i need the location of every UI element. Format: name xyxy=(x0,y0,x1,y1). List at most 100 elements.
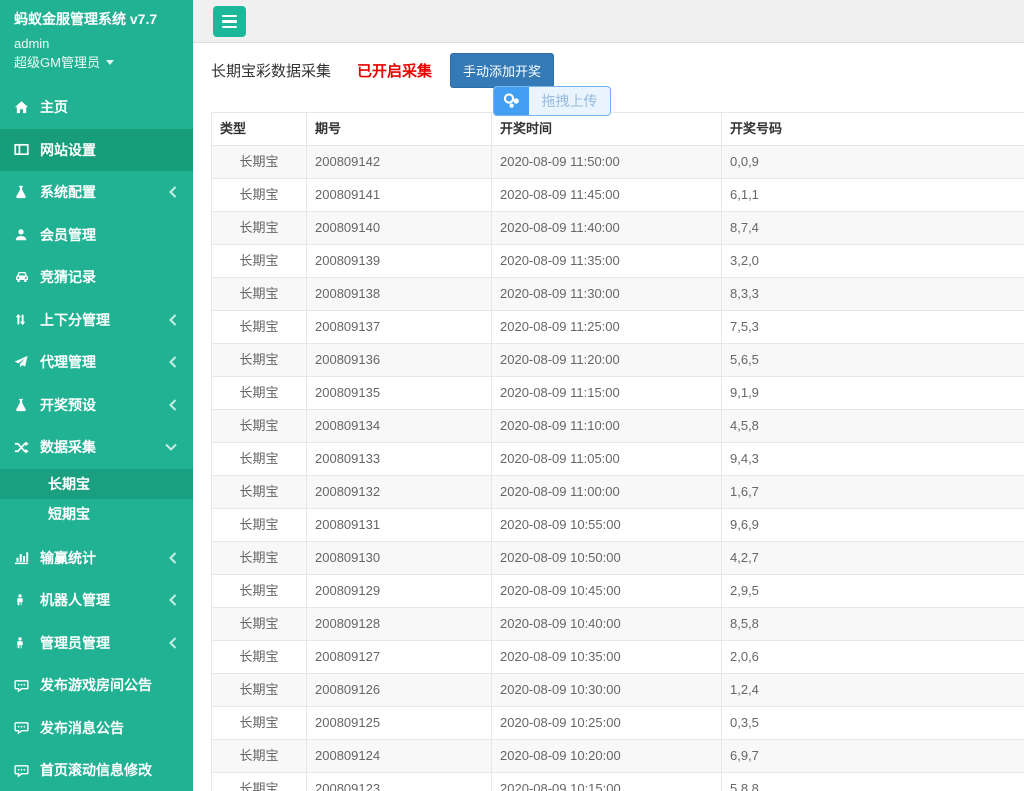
bar-chart-icon xyxy=(14,550,40,565)
cell-issue: 200809128 xyxy=(307,608,492,641)
sidebar-item-9[interactable]: 输赢统计 xyxy=(0,537,193,580)
person-icon xyxy=(14,593,40,607)
table-row: 长期宝2008091362020-08-09 11:20:005,6,5 xyxy=(212,344,1024,377)
upload-label: 拖拽上传 xyxy=(529,87,610,115)
cell-issue: 200809130 xyxy=(307,542,492,575)
sidebar-item-7[interactable]: 开奖预设 xyxy=(0,384,193,427)
table-row: 长期宝2008091302020-08-09 10:50:004,2,7 xyxy=(212,542,1024,575)
shuffle-icon xyxy=(14,440,40,455)
table-row: 长期宝2008091292020-08-09 10:45:002,9,5 xyxy=(212,575,1024,608)
cell-type: 长期宝 xyxy=(212,608,307,641)
cell-type: 长期宝 xyxy=(212,707,307,740)
table-row: 长期宝2008091232020-08-09 10:15:005,8,8 xyxy=(212,773,1024,791)
comment-icon xyxy=(14,720,40,735)
cell-draw-numbers: 2,0,6 xyxy=(722,641,1024,674)
table-row: 长期宝2008091342020-08-09 11:10:004,5,8 xyxy=(212,410,1024,443)
cell-draw-numbers: 7,5,3 xyxy=(722,311,1024,344)
cell-type: 长期宝 xyxy=(212,740,307,773)
sidebar-item-11[interactable]: 管理员管理 xyxy=(0,622,193,665)
cell-type: 长期宝 xyxy=(212,212,307,245)
cell-issue: 200809136 xyxy=(307,344,492,377)
sidebar-item-label: 代理管理 xyxy=(40,352,96,372)
sidebar-toggle-button[interactable] xyxy=(213,6,246,37)
cell-issue: 200809138 xyxy=(307,278,492,311)
cell-issue: 200809129 xyxy=(307,575,492,608)
chevron-left-icon xyxy=(169,552,177,564)
sidebar-item-14[interactable]: 首页滚动信息修改 xyxy=(0,749,193,791)
col-header-issue: 期号 xyxy=(307,113,492,146)
sidebar-item-13[interactable]: 发布消息公告 xyxy=(0,707,193,750)
sidebar-item-label: 数据采集 xyxy=(40,437,96,457)
sidebar-item-label: 竞猜记录 xyxy=(40,267,96,287)
table-row: 长期宝2008091332020-08-09 11:05:009,4,3 xyxy=(212,443,1024,476)
cell-type: 长期宝 xyxy=(212,641,307,674)
table-row: 长期宝2008091372020-08-09 11:25:007,5,3 xyxy=(212,311,1024,344)
col-header-type: 类型 xyxy=(212,113,307,146)
table-row: 长期宝2008091272020-08-09 10:35:002,0,6 xyxy=(212,641,1024,674)
cell-draw-numbers: 8,3,3 xyxy=(722,278,1024,311)
cell-draw-time: 2020-08-09 11:25:00 xyxy=(492,311,722,344)
page-header: 长期宝彩数据采集 已开启采集 手动添加开奖 xyxy=(211,52,554,88)
chevron-left-icon xyxy=(169,356,177,368)
cell-draw-time: 2020-08-09 11:20:00 xyxy=(492,344,722,377)
sidebar-item-6[interactable]: 代理管理 xyxy=(0,341,193,384)
cell-draw-time: 2020-08-09 10:35:00 xyxy=(492,641,722,674)
table-row: 长期宝2008091252020-08-09 10:25:000,3,5 xyxy=(212,707,1024,740)
table-row: 长期宝2008091322020-08-09 11:00:001,6,7 xyxy=(212,476,1024,509)
sidebar-item-0[interactable]: 主页 xyxy=(0,86,193,129)
sidebar-item-1[interactable]: 网站设置 xyxy=(0,129,193,172)
cell-type: 长期宝 xyxy=(212,443,307,476)
cell-draw-time: 2020-08-09 10:45:00 xyxy=(492,575,722,608)
sidebar-item-label: 首页滚动信息修改 xyxy=(40,760,152,780)
chevron-down-icon xyxy=(165,443,177,451)
sidebar-item-5[interactable]: 上下分管理 xyxy=(0,299,193,342)
col-header-draw-numbers: 开奖号码 xyxy=(722,113,1024,146)
cell-draw-time: 2020-08-09 11:30:00 xyxy=(492,278,722,311)
sidebar-subitem-8-1[interactable]: 短期宝 xyxy=(0,499,193,529)
cell-draw-numbers: 5,8,8 xyxy=(722,773,1024,791)
cell-draw-time: 2020-08-09 11:50:00 xyxy=(492,146,722,179)
sidebar-item-2[interactable]: 系统配置 xyxy=(0,171,193,214)
cell-type: 长期宝 xyxy=(212,146,307,179)
sidebar-nav: 主页网站设置系统配置会员管理竞猜记录上下分管理代理管理开奖预设数据采集长期宝短期… xyxy=(0,86,193,791)
cell-type: 长期宝 xyxy=(212,245,307,278)
cell-draw-numbers: 9,1,9 xyxy=(722,377,1024,410)
cell-draw-time: 2020-08-09 11:40:00 xyxy=(492,212,722,245)
main-content: 长期宝彩数据采集 已开启采集 手动添加开奖 拖拽上传 类型 期号 开奖时间 开奖… xyxy=(193,44,1024,791)
cell-type: 长期宝 xyxy=(212,179,307,212)
cell-draw-time: 2020-08-09 11:00:00 xyxy=(492,476,722,509)
cell-draw-numbers: 6,9,7 xyxy=(722,740,1024,773)
sidebar-subitem-label: 短期宝 xyxy=(48,504,90,524)
cell-issue: 200809127 xyxy=(307,641,492,674)
up-down-icon xyxy=(14,313,40,326)
table-row: 长期宝2008091282020-08-09 10:40:008,5,8 xyxy=(212,608,1024,641)
cell-issue: 200809141 xyxy=(307,179,492,212)
sidebar-subitem-8-0[interactable]: 长期宝 xyxy=(0,469,193,499)
sidebar-item-12[interactable]: 发布游戏房间公告 xyxy=(0,664,193,707)
sidebar-item-10[interactable]: 机器人管理 xyxy=(0,579,193,622)
cell-type: 长期宝 xyxy=(212,542,307,575)
cell-draw-numbers: 0,3,5 xyxy=(722,707,1024,740)
role-dropdown[interactable]: 超级GM管理员 xyxy=(0,51,128,70)
sidebar-item-3[interactable]: 会员管理 xyxy=(0,214,193,257)
cell-draw-time: 2020-08-09 10:20:00 xyxy=(492,740,722,773)
cell-draw-numbers: 9,4,3 xyxy=(722,443,1024,476)
page-title: 长期宝彩数据采集 xyxy=(211,60,331,81)
cell-issue: 200809137 xyxy=(307,311,492,344)
drag-upload-widget[interactable]: 拖拽上传 xyxy=(493,86,611,116)
sidebar-item-4[interactable]: 竞猜记录 xyxy=(0,256,193,299)
table-row: 长期宝2008091352020-08-09 11:15:009,1,9 xyxy=(212,377,1024,410)
table-header-row: 类型 期号 开奖时间 开奖号码 xyxy=(212,113,1024,146)
paper-plane-icon xyxy=(14,355,40,369)
cell-issue: 200809142 xyxy=(307,146,492,179)
sidebar-item-label: 发布游戏房间公告 xyxy=(40,675,152,695)
sidebar-item-8[interactable]: 数据采集 xyxy=(0,426,193,469)
cell-issue: 200809132 xyxy=(307,476,492,509)
hamburger-icon xyxy=(222,15,237,29)
cell-type: 长期宝 xyxy=(212,410,307,443)
manual-add-draw-button[interactable]: 手动添加开奖 xyxy=(450,53,554,88)
chevron-left-icon xyxy=(169,637,177,649)
username: admin xyxy=(0,28,193,51)
cell-type: 长期宝 xyxy=(212,773,307,791)
cell-draw-numbers: 1,6,7 xyxy=(722,476,1024,509)
